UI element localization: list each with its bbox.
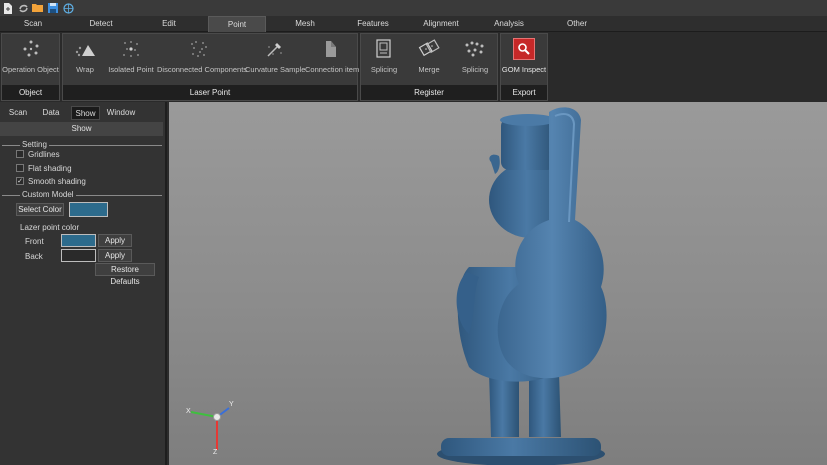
merge-label: Merge	[418, 65, 440, 74]
new-file-icon[interactable]	[2, 2, 14, 14]
ribbon-toolbar: Operation Object Object Wrap Isolated Po…	[0, 32, 827, 102]
export-group: GOM Inspect Export	[500, 33, 548, 101]
disconnected-components-label: Disconnected Components	[157, 65, 248, 74]
splicing-label-1: Splicing	[370, 65, 398, 74]
flat-shading-option[interactable]: Flat shading	[16, 163, 72, 173]
flat-shading-checkbox[interactable]	[16, 164, 24, 172]
laser-point-group: Wrap Isolated Point Disconnected Compone…	[62, 33, 360, 101]
gom-inspect-icon-wrap	[513, 38, 535, 60]
left-panel: Scan Data Show Window Show Setting Gridl…	[0, 102, 167, 465]
connection-item-button[interactable]: Connection item	[305, 38, 360, 83]
disconnected-components-button[interactable]: Disconnected Components	[157, 38, 248, 83]
wrap-icon	[74, 38, 96, 60]
setting-title: Setting	[20, 140, 49, 149]
merge-button[interactable]: Merge	[409, 38, 449, 83]
tab-scan[interactable]: Scan	[0, 16, 66, 32]
laser-point-group-label: Laser Point	[63, 85, 357, 100]
panel-tab-scan[interactable]: Scan	[4, 106, 32, 120]
curvature-sample-button[interactable]: Curvature Sample	[245, 38, 305, 83]
gom-inspect-icon	[513, 38, 535, 60]
wrap-label: Wrap	[76, 65, 94, 74]
gridlines-label: Gridlines	[28, 149, 60, 159]
splicing-dots-icon	[464, 38, 486, 60]
custom-model-title: Custom Model	[20, 190, 76, 199]
lazer-point-color-title: Lazer point color	[20, 223, 80, 232]
back-color-swatch[interactable]	[61, 249, 96, 262]
tab-point[interactable]: Point	[208, 16, 266, 32]
show-header: Show	[0, 122, 163, 136]
tab-mesh[interactable]: Mesh	[272, 16, 338, 32]
curvature-sample-icon	[264, 38, 286, 60]
back-apply-button[interactable]: Apply	[98, 249, 132, 262]
smooth-shading-checkbox[interactable]: ✓	[16, 177, 24, 185]
tab-features[interactable]: Features	[340, 16, 406, 32]
splicing-button-2[interactable]: Splicing	[455, 38, 495, 83]
connection-item-icon	[320, 38, 342, 60]
smooth-shading-label: Smooth shading	[28, 176, 86, 186]
tab-other[interactable]: Other	[544, 16, 610, 32]
dots-circle-icon	[20, 38, 42, 60]
open-folder-icon[interactable]	[32, 2, 44, 14]
scanned-model[interactable]	[437, 107, 607, 465]
operation-object-label: Operation Object	[2, 65, 59, 74]
isolated-point-label: Isolated Point	[108, 65, 154, 74]
gom-inspect-label: GOM Inspect	[501, 65, 547, 74]
axis-z-label: Z	[213, 449, 218, 456]
wrap-button[interactable]: Wrap	[67, 38, 103, 83]
gridlines-checkbox[interactable]	[16, 150, 24, 158]
save-icon[interactable]	[47, 2, 59, 14]
front-label: Front	[25, 237, 44, 246]
menu-bar: Scan Detect Edit Point Mesh Features Ali…	[0, 16, 827, 32]
tab-alignment[interactable]: Alignment	[408, 16, 474, 32]
flat-shading-label: Flat shading	[28, 163, 72, 173]
model-color-swatch[interactable]	[69, 202, 108, 217]
restore-defaults-button[interactable]: Restore Defaults	[95, 263, 155, 286]
panel-tab-show[interactable]: Show	[71, 106, 100, 120]
register-group-label: Register	[361, 85, 497, 100]
panel-tab-window[interactable]: Window	[103, 106, 139, 120]
disconnected-components-icon	[188, 38, 210, 60]
gridlines-option[interactable]: Gridlines	[16, 149, 60, 159]
title-bar	[0, 0, 827, 16]
tab-edit[interactable]: Edit	[136, 16, 202, 32]
isolated-point-icon	[120, 38, 142, 60]
axis-gizmo: X Y Z	[186, 401, 234, 456]
export-group-label: Export	[501, 85, 547, 100]
front-color-swatch[interactable]	[61, 234, 96, 247]
smooth-shading-option[interactable]: ✓ Smooth shading	[16, 176, 86, 186]
export-globe-icon[interactable]	[62, 2, 74, 14]
tab-analysis[interactable]: Analysis	[476, 16, 542, 32]
3d-viewport[interactable]: X Y Z	[169, 102, 827, 465]
select-color-button[interactable]: Select Color	[16, 203, 64, 216]
gom-inspect-button[interactable]: GOM Inspect	[501, 38, 547, 83]
panel-tab-data[interactable]: Data	[36, 106, 66, 120]
panel-tabs: Scan Data Show Window	[0, 106, 165, 120]
merge-icon	[418, 38, 440, 60]
curvature-sample-label: Curvature Sample	[245, 65, 306, 74]
tab-detect[interactable]: Detect	[68, 16, 134, 32]
scene-svg: X Y Z	[186, 107, 607, 465]
operation-object-button[interactable]: Operation Object	[2, 38, 59, 83]
connection-item-label: Connection item	[305, 65, 360, 74]
front-apply-button[interactable]: Apply	[98, 234, 132, 247]
object-group: Operation Object Object	[1, 33, 60, 101]
splicing-label-2: Splicing	[461, 65, 489, 74]
splicing-doc-icon	[373, 38, 395, 60]
register-group: Splicing Merge Splicing Register	[360, 33, 498, 101]
refresh-icon[interactable]	[17, 2, 29, 14]
isolated-point-button[interactable]: Isolated Point	[107, 38, 155, 83]
object-group-label: Object	[2, 85, 59, 100]
axis-y-label: Y	[229, 401, 234, 408]
back-label: Back	[25, 252, 43, 261]
splicing-button-1[interactable]: Splicing	[365, 38, 403, 83]
axis-x-label: X	[186, 408, 191, 415]
